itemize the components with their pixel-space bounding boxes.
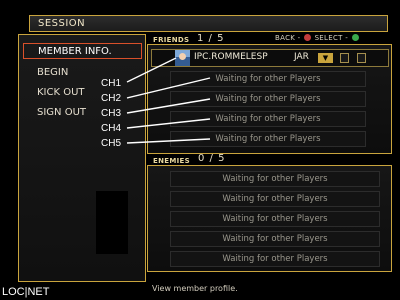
menu-item-begin[interactable]: BEGIN bbox=[23, 65, 142, 81]
empty-box bbox=[96, 191, 128, 254]
enemy-slot-text: Waiting for other Players bbox=[222, 194, 328, 204]
watermark: LOC|NET bbox=[2, 286, 50, 298]
session-screen: SESSION MEMBER INFO. BEGIN KICK OUT SIGN… bbox=[0, 0, 400, 300]
enemies-count: 0 / 5 bbox=[198, 153, 226, 164]
select-hint: SELECT - bbox=[314, 34, 349, 42]
friend-slot-text: Waiting for other Players bbox=[215, 94, 321, 104]
menu-item-label: SIGN OUT bbox=[37, 107, 87, 118]
annotation-ch1: CH1 bbox=[101, 78, 122, 89]
menu-item-member-info[interactable]: MEMBER INFO. bbox=[23, 43, 142, 59]
player-name: IPC.ROMMELESP bbox=[194, 52, 268, 62]
menu-item-label: BEGIN bbox=[37, 67, 69, 78]
enemy-slot[interactable]: Waiting for other Players bbox=[170, 191, 380, 207]
enemy-slot-text: Waiting for other Players bbox=[222, 174, 328, 184]
friend-slot-text: Waiting for other Players bbox=[215, 114, 321, 124]
controller-hints: BACK - SELECT - bbox=[275, 34, 360, 42]
friend-slot[interactable]: Waiting for other Players bbox=[170, 91, 366, 107]
enemy-slot-text: Waiting for other Players bbox=[222, 214, 328, 224]
enemy-slot[interactable]: Waiting for other Players bbox=[170, 211, 380, 227]
menu-item-label: KICK OUT bbox=[37, 87, 85, 98]
select-button-icon bbox=[351, 34, 359, 41]
player-option-icon-2[interactable] bbox=[357, 53, 366, 63]
status-text: View member profile. bbox=[152, 284, 238, 293]
player-tag: JAR bbox=[294, 52, 309, 62]
friends-label: FRIENDS bbox=[153, 36, 190, 44]
enemies-label: ENEMIES bbox=[153, 157, 190, 165]
annotation-ch5: CH5 bbox=[101, 138, 122, 149]
player-option-icon-1[interactable] bbox=[340, 53, 349, 63]
enemy-slot[interactable]: Waiting for other Players bbox=[170, 231, 380, 247]
session-title: SESSION bbox=[38, 18, 86, 29]
enemy-slot[interactable]: Waiting for other Players bbox=[170, 251, 380, 267]
avatar bbox=[175, 50, 190, 66]
enemy-slot-text: Waiting for other Players bbox=[222, 254, 328, 264]
friends-count: 1 / 5 bbox=[197, 33, 225, 44]
menu-item-sign-out[interactable]: SIGN OUT bbox=[23, 105, 142, 121]
friends-panel: IPC.ROMMELESP JAR ▼ Waiting for other Pl… bbox=[147, 44, 392, 154]
back-button-icon bbox=[304, 34, 312, 41]
enemies-panel: Waiting for other Players Waiting for ot… bbox=[147, 165, 392, 272]
friend-slot-text: Waiting for other Players bbox=[215, 74, 321, 84]
friend-slot-text: Waiting for other Players bbox=[215, 134, 321, 144]
friend-slot[interactable]: Waiting for other Players bbox=[170, 71, 366, 87]
player-slot[interactable]: IPC.ROMMELESP JAR ▼ bbox=[151, 49, 389, 67]
session-header: SESSION bbox=[29, 15, 388, 32]
menu-item-kick-out[interactable]: KICK OUT bbox=[23, 85, 142, 101]
back-hint: BACK - bbox=[275, 34, 301, 42]
annotation-ch4: CH4 bbox=[101, 123, 122, 134]
enemy-slot-text: Waiting for other Players bbox=[222, 234, 328, 244]
enemy-slot[interactable]: Waiting for other Players bbox=[170, 171, 380, 187]
annotation-ch3: CH3 bbox=[101, 108, 122, 119]
friend-slot[interactable]: Waiting for other Players bbox=[170, 131, 366, 147]
annotation-ch2: CH2 bbox=[101, 93, 122, 104]
friend-slot[interactable]: Waiting for other Players bbox=[170, 111, 366, 127]
menu-item-label: MEMBER INFO. bbox=[38, 46, 112, 57]
tag-dropdown-button[interactable]: ▼ bbox=[318, 53, 333, 63]
